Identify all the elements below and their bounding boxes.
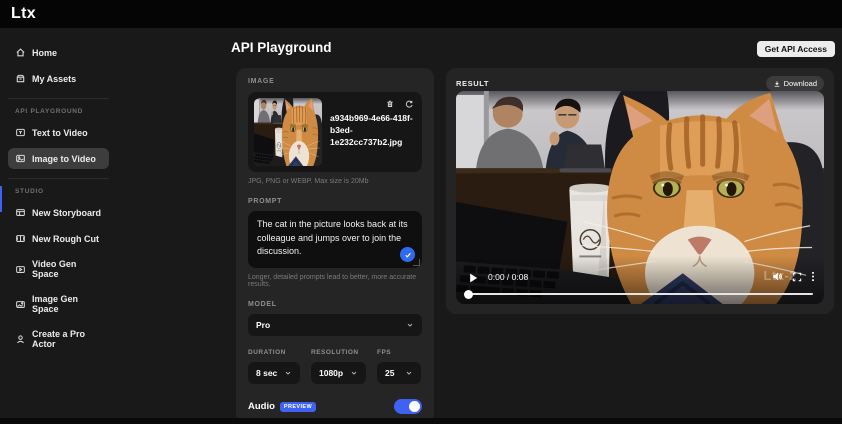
prompt-input[interactable]: The cat in the picture looks back at its… [248,211,422,268]
actor-icon [15,334,26,345]
text-to-video-icon [15,127,26,138]
home-icon [15,47,26,58]
video-player[interactable]: 0:00 / 0:08 Ltx-2 [456,91,824,304]
sidebar-item-my-assets[interactable]: My Assets [8,68,109,89]
duration-value: 8 sec [256,368,278,378]
sidebar-item-video-gen-space[interactable]: Video Gen Space [8,254,109,284]
prompt-hint: Longer, detailed prompts lead to better,… [248,274,417,288]
top-bar: Ltx [0,0,842,28]
resolution-field: RESOLUTION 1080p [311,349,366,384]
result-label: RESULT [456,79,490,88]
resolution-value: 1080p [319,368,344,378]
image-filename: a934b969-4e66-418f-b3ed-1e232cc737b2.jpg [330,113,413,147]
sidebar-item-image-to-video[interactable]: Image to Video [8,148,109,169]
duration-select[interactable]: 8 sec [248,362,300,384]
sidebar-item-new-storyboard[interactable]: New Storyboard [8,202,109,223]
play-button[interactable] [469,273,478,283]
image-gen-icon [15,299,26,310]
more-options-icon[interactable] [811,271,815,282]
sidebar-item-label: Image Gen Space [32,294,79,314]
prompt-text: The cat in the picture looks back at its… [257,219,408,256]
sidebar: Home My Assets API PLAYGROUND Text to Vi… [0,28,215,424]
image-format-hint: JPG, PNG or WEBP. Max size is 20Mb [248,178,369,185]
video-time: 0:00 / 0:08 [488,272,529,282]
sidebar-item-label: Home [32,47,58,58]
left-edge-accent [0,186,2,212]
image-to-video-icon [15,153,26,164]
window-bottom-edge [0,418,842,424]
resolution-label: RESOLUTION [311,349,359,356]
fullscreen-icon[interactable] [792,272,802,282]
resize-handle[interactable] [413,259,420,266]
sidebar-item-label: My Assets [32,73,77,84]
download-label: Download [783,79,817,88]
video-gen-icon [15,264,26,275]
resolution-select[interactable]: 1080p [311,362,366,384]
chevron-down-icon [350,369,358,377]
duration-label: DURATION [248,349,286,356]
sidebar-item-create-pro-actor[interactable]: Create a Pro Actor [8,324,109,354]
download-icon [773,80,781,88]
image-section-label: IMAGE [248,78,275,85]
sidebar-divider [8,98,109,99]
ltx-logo[interactable]: Ltx [11,5,36,23]
page-title: API Playground [231,40,332,55]
image-upload-card[interactable]: a934b969-4e66-418f-b3ed-1e232cc737b2.jpg [248,92,422,172]
sidebar-item-text-to-video[interactable]: Text to Video [8,122,109,143]
sidebar-item-label: Image to Video [32,153,96,164]
duration-field: DURATION 8 sec [248,349,300,384]
sidebar-divider [8,178,109,179]
preview-badge: PREVIEW [279,401,317,412]
chevron-down-icon [405,369,413,377]
sidebar-item-label: Video Gen Space [32,259,77,279]
audio-toggle[interactable] [394,399,422,414]
chevron-down-icon [284,369,292,377]
audio-label: Audio [248,401,275,412]
get-api-access-button[interactable]: Get API Access [756,41,835,57]
delete-image-icon[interactable] [385,99,395,109]
video-progress-track[interactable] [467,292,813,295]
model-value: Pro [256,320,271,330]
model-section-label: MODEL [248,301,277,308]
sidebar-section-api-playground: API PLAYGROUND [15,108,84,115]
sidebar-item-label: New Storyboard [32,207,102,218]
prompt-section-label: PROMPT [248,198,283,205]
volume-icon[interactable] [772,271,783,282]
sidebar-item-home[interactable]: Home [8,42,109,63]
fps-select[interactable]: 25 [377,362,421,384]
download-button[interactable]: Download [765,76,824,91]
audio-row: Audio PREVIEW [248,399,422,414]
replace-image-icon[interactable] [404,99,414,109]
fps-value: 25 [385,368,395,378]
toggle-knob [409,401,420,412]
chevron-down-icon [406,321,414,329]
sidebar-section-studio: STUDIO [15,188,44,195]
fps-label: FPS [377,349,392,356]
video-playhead[interactable] [464,290,473,299]
storyboard-icon [15,207,26,218]
sidebar-item-label: New Rough Cut [32,233,99,244]
rough-cut-icon [15,233,26,244]
model-select[interactable]: Pro [248,314,422,336]
generation-form-panel: IMAGE a934b969-4e66-418f-b3ed-1e232cc737… [236,68,434,424]
app-window: Ltx Home My Assets API PLAYGROUND Text t… [0,0,842,424]
fps-field: FPS 25 [377,349,421,384]
sidebar-item-label: Create a Pro Actor [32,329,86,349]
sidebar-item-label: Text to Video [32,127,88,138]
check-icon [404,251,412,259]
sidebar-item-image-gen-space[interactable]: Image Gen Space [8,289,109,319]
image-thumbnail [254,98,322,166]
assets-box-icon [15,73,26,84]
sidebar-item-new-rough-cut[interactable]: New Rough Cut [8,228,109,249]
result-panel: RESULT Download 0:00 / 0:08 Ltx-2 [446,68,834,314]
